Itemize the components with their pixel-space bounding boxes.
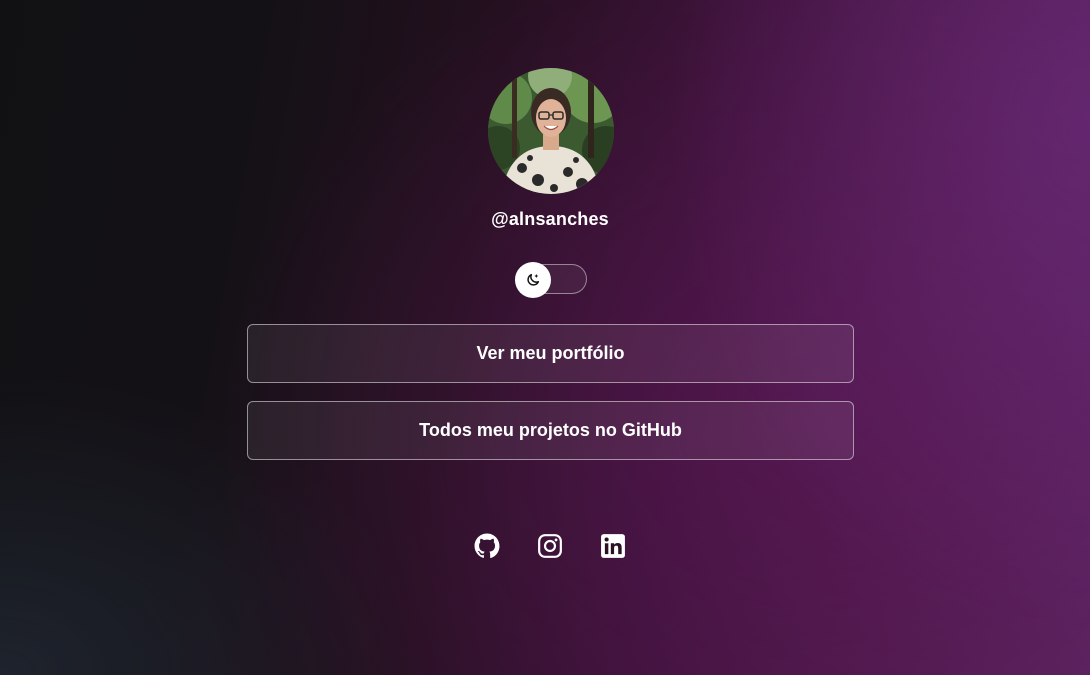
moon-icon [527, 273, 540, 286]
avatar [488, 68, 614, 194]
portfolio-link-label: Ver meu portfólio [476, 343, 625, 363]
linktree-page: @alnsanches Ver meu portfólio Todos meu … [0, 0, 1090, 675]
portfolio-link-button[interactable]: Ver meu portfólio [247, 324, 854, 383]
theme-toggle[interactable] [515, 262, 587, 298]
username: @alnsanches [491, 209, 609, 229]
github-projects-link-label: Todos meu projetos no GitHub [419, 420, 682, 440]
toggle-knob[interactable] [515, 262, 551, 298]
instagram-link[interactable] [536, 532, 564, 560]
linkedin-icon [601, 534, 625, 558]
github-link[interactable] [473, 532, 501, 560]
github-icon [474, 533, 500, 559]
github-projects-link-button[interactable]: Todos meu projetos no GitHub [247, 401, 854, 460]
profile-photo [488, 68, 614, 194]
linkedin-link[interactable] [599, 532, 627, 560]
instagram-icon [538, 534, 562, 558]
